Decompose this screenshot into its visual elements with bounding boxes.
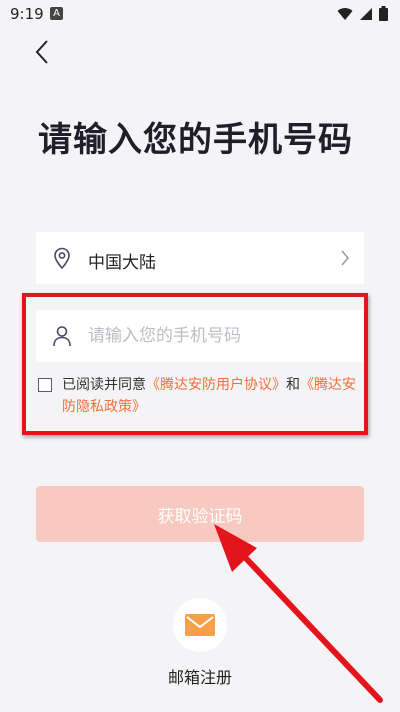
get-verification-code-button[interactable]: 获取验证码 [36, 486, 364, 542]
notification-badge: A [50, 7, 63, 20]
email-register-button[interactable] [173, 598, 227, 652]
chevron-left-icon [35, 40, 48, 64]
back-button[interactable] [26, 36, 58, 68]
status-icons [337, 6, 388, 21]
agreement-checkbox[interactable] [38, 378, 52, 392]
status-time: 9:19 [10, 5, 44, 23]
phone-field [36, 310, 364, 362]
user-agreement-link[interactable]: 《腾达安防用户协议》 [146, 377, 286, 393]
signal-icon [360, 7, 372, 20]
email-register-label[interactable]: 邮箱注册 [0, 664, 400, 688]
user-icon [53, 326, 71, 347]
chevron-right-icon [341, 250, 349, 266]
status-bar: 9:19 A [0, 0, 400, 28]
phone-input[interactable] [88, 320, 348, 352]
envelope-icon [185, 614, 215, 636]
location-pin-icon [54, 247, 70, 269]
agreement-conjunction: 和 [286, 377, 300, 393]
wifi-icon [337, 7, 353, 20]
battery-icon [379, 6, 388, 21]
agreement-text: 已阅读并同意《腾达安防用户协议》和《腾达安防隐私政策》 [62, 374, 366, 418]
agreement-prefix: 已阅读并同意 [62, 377, 146, 393]
page-title: 请输入您的手机号码 [38, 120, 353, 160]
region-label: 中国大陆 [88, 253, 156, 273]
region-selector[interactable]: 中国大陆 [36, 232, 364, 284]
